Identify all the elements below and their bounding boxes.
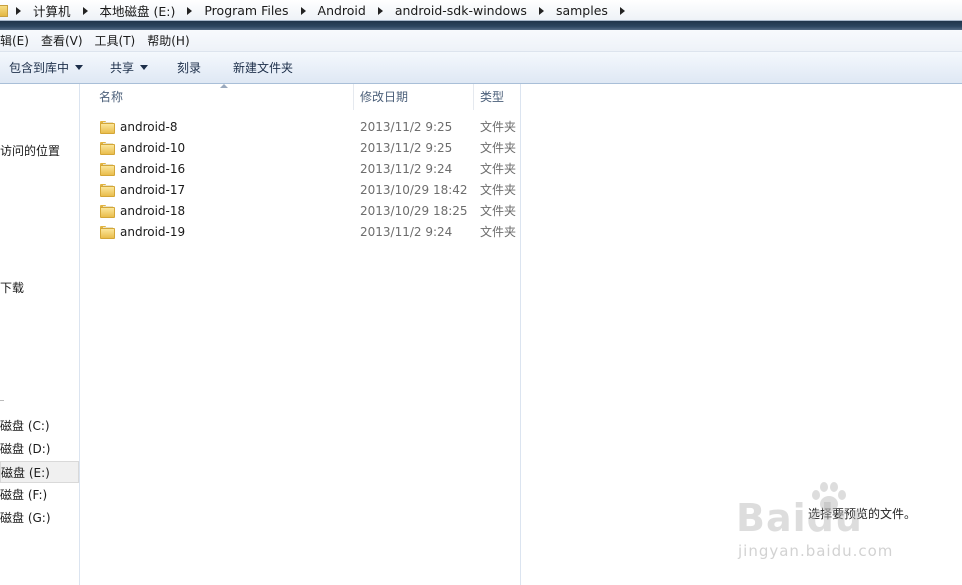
address-bar[interactable]: 计算机 本地磁盘 (E:) Program Files Android andr… (0, 0, 962, 21)
column-header-name[interactable]: 名称 (99, 84, 123, 110)
file-date: 2013/11/2 9:25 (360, 120, 453, 134)
breadcrumb-android[interactable]: Android (314, 3, 370, 18)
window-frame-band (0, 21, 962, 30)
file-type: 文件夹 (480, 141, 517, 155)
column-header-modified[interactable]: 修改日期 (360, 84, 408, 110)
file-type: 文件夹 (480, 162, 517, 176)
file-name: android-8 (120, 120, 178, 134)
file-type: 文件夹 (480, 120, 517, 134)
preview-message: 选择要预览的文件。 (808, 507, 917, 521)
file-name: android-16 (120, 162, 186, 176)
share-label: 共享 (110, 61, 135, 75)
folder-icon (100, 205, 115, 218)
folder-icon (100, 184, 115, 197)
menu-edit[interactable]: 辑(E) (0, 32, 34, 49)
folder-icon (100, 163, 115, 176)
chevron-right-icon[interactable] (16, 6, 21, 15)
command-bar: 包含到库中 共享 刻录 新建文件夹 (0, 52, 962, 84)
include-in-library-button[interactable]: 包含到库中 (0, 56, 92, 80)
breadcrumb-program-files[interactable]: Program Files (200, 3, 292, 18)
share-button[interactable]: 共享 (101, 56, 157, 80)
dropdown-arrow-icon (140, 65, 149, 70)
breadcrumb-samples[interactable]: samples (552, 3, 612, 18)
nav-drive-c[interactable]: 磁盘 (C:) (0, 415, 50, 437)
file-row[interactable]: android-18 2013/10/29 18:25 文件夹 (81, 201, 521, 222)
burn-label: 刻录 (177, 61, 202, 75)
breadcrumb-computer[interactable]: 计算机 (29, 1, 75, 20)
column-divider[interactable] (473, 84, 474, 110)
nav-drive-g[interactable]: 磁盘 (G:) (0, 507, 51, 529)
nav-drive-d[interactable]: 磁盘 (D:) (0, 438, 50, 460)
sort-ascending-icon (220, 84, 228, 88)
new-folder-label: 新建文件夹 (233, 61, 294, 75)
new-folder-button[interactable]: 新建文件夹 (224, 56, 302, 80)
file-date: 2013/11/2 9:24 (360, 225, 453, 239)
file-type: 文件夹 (480, 183, 517, 197)
menu-help[interactable]: 帮助(H) (142, 32, 194, 49)
nav-drive-f[interactable]: 磁盘 (F:) (0, 484, 47, 506)
menu-view[interactable]: 查看(V) (36, 32, 88, 49)
file-name: android-10 (120, 141, 186, 155)
chevron-right-icon[interactable] (82, 6, 88, 15)
nav-drive-e[interactable]: 磁盘 (E:) (0, 461, 79, 483)
file-row[interactable]: android-19 2013/11/2 9:24 文件夹 (81, 222, 521, 243)
breadcrumb-drive-e[interactable]: 本地磁盘 (E:) (96, 1, 180, 20)
folder-icon (100, 121, 115, 134)
folder-icon (100, 142, 115, 155)
nav-tree-line (0, 400, 4, 401)
folder-icon (0, 4, 8, 17)
file-type: 文件夹 (480, 225, 517, 239)
file-name: android-18 (120, 204, 186, 218)
chevron-right-icon[interactable] (538, 6, 544, 15)
file-date: 2013/10/29 18:42 (360, 183, 468, 197)
file-name: android-17 (120, 183, 186, 197)
file-date: 2013/10/29 18:25 (360, 204, 468, 218)
menu-tools[interactable]: 工具(T) (90, 32, 141, 49)
file-row[interactable]: android-10 2013/11/2 9:25 文件夹 (81, 138, 521, 159)
file-list: 名称 修改日期 类型 android-8 2013/11/2 9:25 文件夹 … (81, 84, 521, 585)
file-row[interactable]: android-8 2013/11/2 9:25 文件夹 (81, 117, 521, 138)
column-header-type[interactable]: 类型 (480, 84, 504, 110)
folder-icon (100, 226, 115, 239)
file-row[interactable]: android-16 2013/11/2 9:24 文件夹 (81, 159, 521, 180)
nav-downloads[interactable]: 下载 (0, 277, 24, 299)
chevron-right-icon[interactable] (187, 6, 193, 15)
navigation-pane: 访问的位置 下载 磁盘 (C:) 磁盘 (D:) 磁盘 (E:) 磁盘 (F:)… (0, 84, 80, 585)
chevron-right-icon[interactable] (619, 6, 625, 15)
breadcrumb: 计算机 本地磁盘 (E:) Program Files Android andr… (0, 0, 633, 21)
file-date: 2013/11/2 9:25 (360, 141, 453, 155)
dropdown-arrow-icon (75, 65, 84, 70)
preview-pane: 选择要预览的文件。 (522, 84, 962, 585)
chevron-right-icon[interactable] (300, 6, 306, 15)
nav-recent-places[interactable]: 访问的位置 (0, 140, 60, 162)
burn-button[interactable]: 刻录 (168, 56, 210, 80)
file-date: 2013/11/2 9:24 (360, 162, 453, 176)
breadcrumb-android-sdk-windows[interactable]: android-sdk-windows (391, 3, 531, 18)
file-type: 文件夹 (480, 204, 517, 218)
menu-bar: 辑(E) 查看(V) 工具(T) 帮助(H) (0, 30, 962, 52)
column-divider[interactable] (353, 84, 354, 110)
file-row[interactable]: android-17 2013/10/29 18:42 文件夹 (81, 180, 521, 201)
chevron-right-icon[interactable] (377, 6, 383, 15)
include-in-library-label: 包含到库中 (9, 61, 70, 75)
file-name: android-19 (120, 225, 186, 239)
